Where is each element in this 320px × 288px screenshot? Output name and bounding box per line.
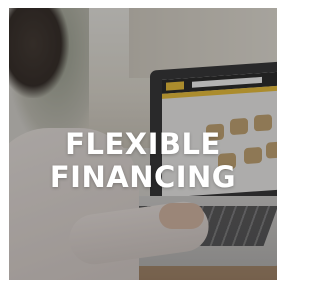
headline-line-1: FLEXIBLE	[65, 127, 221, 161]
banner-headline: FLEXIBLE FINANCING	[9, 128, 277, 194]
promo-banner[interactable]: FLEXIBLE FINANCING	[9, 8, 277, 280]
headline-line-2: FINANCING	[49, 160, 237, 194]
